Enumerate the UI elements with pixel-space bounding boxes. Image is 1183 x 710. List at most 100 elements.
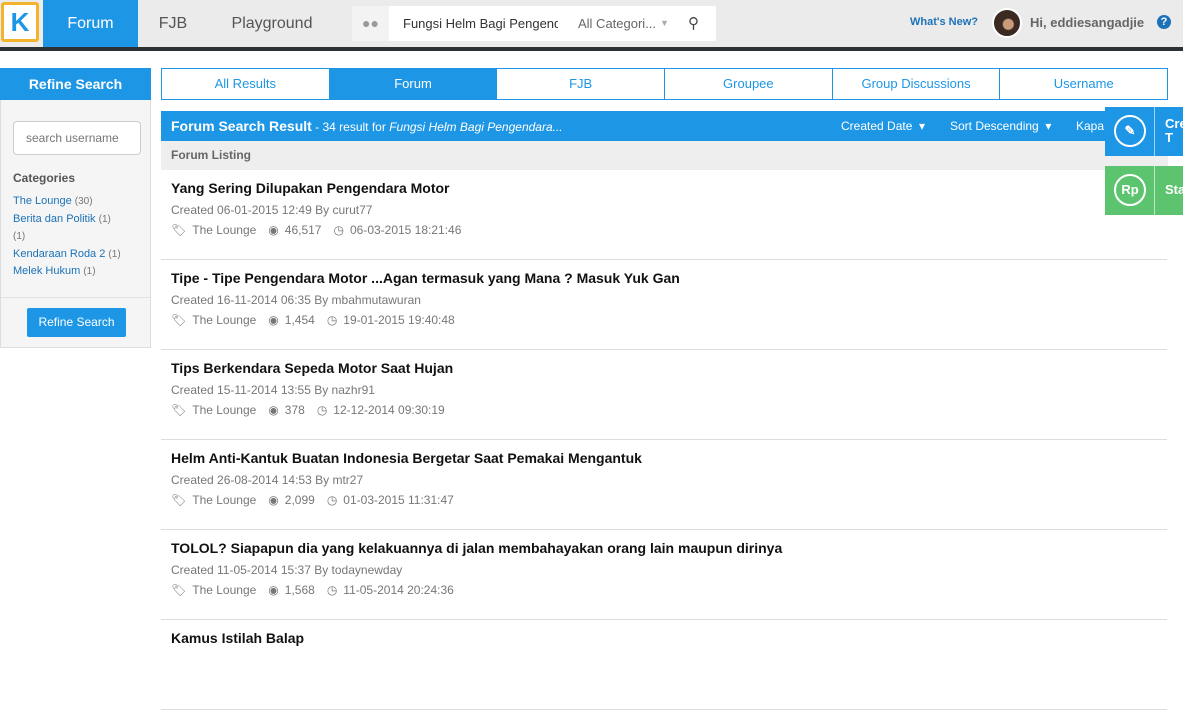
- category-link[interactable]: Melek Hukum: [13, 265, 80, 277]
- result-item: Helm Anti-Kantuk Buatan Indonesia Berget…: [161, 440, 1167, 530]
- result-tabs: All Results Forum FJB Groupee Group Disc…: [161, 68, 1168, 100]
- sidebar: search username Categories The Lounge (3…: [0, 100, 151, 348]
- category-link[interactable]: Kendaraan Roda 2: [13, 248, 105, 260]
- tag-icon: 🏷: [171, 313, 187, 327]
- search-bar: ●● Fungsi Helm Bagi Pengendara All Categ…: [352, 6, 716, 41]
- start-selling-button[interactable]: Rp Sta: [1105, 166, 1183, 215]
- category-item: Melek Hukum (1): [13, 265, 96, 277]
- thread-meta: 🏷 The Lounge ◉ 1,454 ◷ 19-01-2015 19:40:48: [171, 313, 455, 327]
- thread-title-link[interactable]: TOLOL? Siapapun dia yang kelakuannya di …: [171, 540, 782, 556]
- thread-title-link[interactable]: Kamus Istilah Balap: [171, 630, 304, 646]
- thread-category[interactable]: The Lounge: [192, 313, 256, 327]
- eye-icon: ◉: [268, 223, 279, 237]
- tab-group-discussions[interactable]: Group Discussions: [832, 69, 1001, 99]
- thread-last-post: 11-05-2014 20:24:36: [343, 583, 454, 597]
- thread-last-post: 19-01-2015 19:40:48: [343, 313, 455, 327]
- tab-all-results[interactable]: All Results: [162, 69, 330, 99]
- sort-field-dropdown[interactable]: Created Date ▾: [841, 111, 925, 141]
- search-input[interactable]: Fungsi Helm Bagi Pengendara: [403, 6, 558, 41]
- thread-created: Created 06-01-2015 12:49 By curut77: [171, 203, 373, 217]
- thread-category[interactable]: The Lounge: [192, 493, 256, 507]
- results-title: Forum Search Result: [171, 118, 312, 134]
- result-item: Tipe - Tipe Pengendara Motor ...Agan ter…: [161, 260, 1167, 350]
- category-list: The Lounge (30) Berita dan Politik (1) (…: [13, 193, 121, 281]
- thread-last-post: 01-03-2015 11:31:47: [343, 493, 454, 507]
- thread-title-link[interactable]: Helm Anti-Kantuk Buatan Indonesia Berget…: [171, 450, 642, 466]
- thread-last-post: 12-12-2014 09:30:19: [333, 403, 445, 417]
- category-select[interactable]: All Categori...: [578, 6, 656, 41]
- nav-fjb[interactable]: FJB: [148, 0, 198, 47]
- thread-title-link[interactable]: Yang Sering Dilupakan Pengendara Motor: [171, 180, 450, 196]
- result-item: Tips Berkendara Sepeda Motor Saat Hujan C…: [161, 350, 1167, 440]
- tag-icon: 🏷: [171, 403, 187, 417]
- divider: [1, 297, 150, 298]
- tag-icon: 🏷: [171, 223, 187, 237]
- thread-category[interactable]: The Lounge: [192, 583, 256, 597]
- clock-icon: ◷: [326, 313, 338, 327]
- tag-icon: 🏷: [171, 583, 187, 597]
- tab-fjb[interactable]: FJB: [497, 69, 666, 99]
- thread-meta: 🏷 The Lounge ◉ 1,568 ◷ 11-05-2014 20:24:36: [171, 583, 454, 597]
- kaskus-logo[interactable]: K: [1, 2, 39, 42]
- thread-last-post: 06-03-2015 18:21:46: [349, 223, 462, 237]
- chat-bubble-icon[interactable]: ●●: [352, 6, 389, 41]
- thread-views: 2,099: [284, 493, 315, 507]
- category-item: The Lounge (30): [13, 195, 93, 207]
- create-thread-button[interactable]: ✎ Cre T: [1105, 107, 1183, 156]
- thread-created: Created 11-05-2014 15:37 By todaynewday: [171, 563, 403, 577]
- user-greeting[interactable]: Hi, eddiesangadjie: [1030, 15, 1144, 30]
- nav-forum[interactable]: Forum: [43, 0, 138, 47]
- eye-icon: ◉: [268, 583, 279, 597]
- thread-category[interactable]: The Lounge: [192, 223, 256, 237]
- thread-meta: 🏷 The Lounge ◉ 378 ◷ 12-12-2014 09:30:19: [171, 403, 445, 417]
- clock-icon: ◷: [326, 493, 338, 507]
- tab-forum[interactable]: Forum: [329, 69, 498, 99]
- search-icon[interactable]: ⚲: [688, 6, 699, 41]
- eye-icon: ◉: [268, 403, 279, 417]
- results-query: Fungsi Helm Bagi Pengendara...: [389, 120, 563, 134]
- thread-views: 1,568: [284, 583, 315, 597]
- per-page-dropdown[interactable]: Kapa: [1076, 111, 1104, 141]
- category-item: Berita dan Politik (1): [13, 212, 111, 225]
- thread-created: Created 16-11-2014 06:35 By mbahmutawura…: [171, 293, 421, 307]
- whats-new-link[interactable]: What's New?: [910, 16, 978, 28]
- refine-search-title: Refine Search: [0, 68, 151, 100]
- header-divider: [0, 47, 1183, 51]
- tab-groupee[interactable]: Groupee: [665, 69, 833, 99]
- thread-created: Created 26-08-2014 14:53 By mtr27: [171, 473, 364, 487]
- pencil-icon: ✎: [1114, 115, 1146, 147]
- eye-icon: ◉: [268, 313, 279, 327]
- avatar[interactable]: [992, 8, 1022, 38]
- category-item: (1): [13, 231, 26, 242]
- thread-meta: 🏷 The Lounge ◉ 2,099 ◷ 01-03-2015 11:31:47: [171, 493, 454, 507]
- category-link[interactable]: Berita dan Politik: [13, 213, 96, 225]
- sort-order-dropdown[interactable]: Sort Descending ▾: [950, 111, 1051, 141]
- help-icon[interactable]: ?: [1157, 15, 1171, 29]
- categories-heading: Categories: [13, 171, 76, 185]
- refine-search-button[interactable]: Refine Search: [27, 308, 126, 337]
- result-item: Yang Sering Dilupakan Pengendara Motor Cr…: [161, 170, 1167, 260]
- clock-icon: ◷: [333, 223, 344, 237]
- thread-title-link[interactable]: Tipe - Tipe Pengendara Motor ...Agan ter…: [171, 270, 680, 286]
- thread-category[interactable]: The Lounge: [192, 403, 256, 417]
- username-search-input[interactable]: search username: [13, 121, 141, 155]
- thread-views: 378: [284, 403, 305, 417]
- results-summary: - 34 result for: [311, 120, 390, 134]
- rupiah-icon: Rp: [1114, 174, 1146, 206]
- category-link[interactable]: The Lounge: [13, 195, 72, 207]
- results-header: Forum Search Result - 34 result for Fung…: [161, 111, 1168, 141]
- clock-icon: ◷: [326, 583, 338, 597]
- top-bar: K Forum FJB Playground ●● Fungsi Helm Ba…: [0, 0, 1183, 47]
- thread-views: 1,454: [284, 313, 315, 327]
- category-item: Kendaraan Roda 2 (1): [13, 247, 121, 260]
- tab-username[interactable]: Username: [1000, 69, 1168, 99]
- result-item: Kamus Istilah Balap: [161, 620, 1167, 710]
- result-item: TOLOL? Siapapun dia yang kelakuannya di …: [161, 530, 1167, 620]
- eye-icon: ◉: [268, 493, 279, 507]
- thread-created: Created 15-11-2014 13:55 By nazhr91: [171, 383, 375, 397]
- thread-views: 46,517: [284, 223, 322, 237]
- thread-title-link[interactable]: Tips Berkendara Sepeda Motor Saat Hujan: [171, 360, 453, 376]
- nav-playground[interactable]: Playground: [222, 0, 322, 47]
- caret-down-icon[interactable]: ▼: [660, 6, 669, 41]
- clock-icon: ◷: [316, 403, 328, 417]
